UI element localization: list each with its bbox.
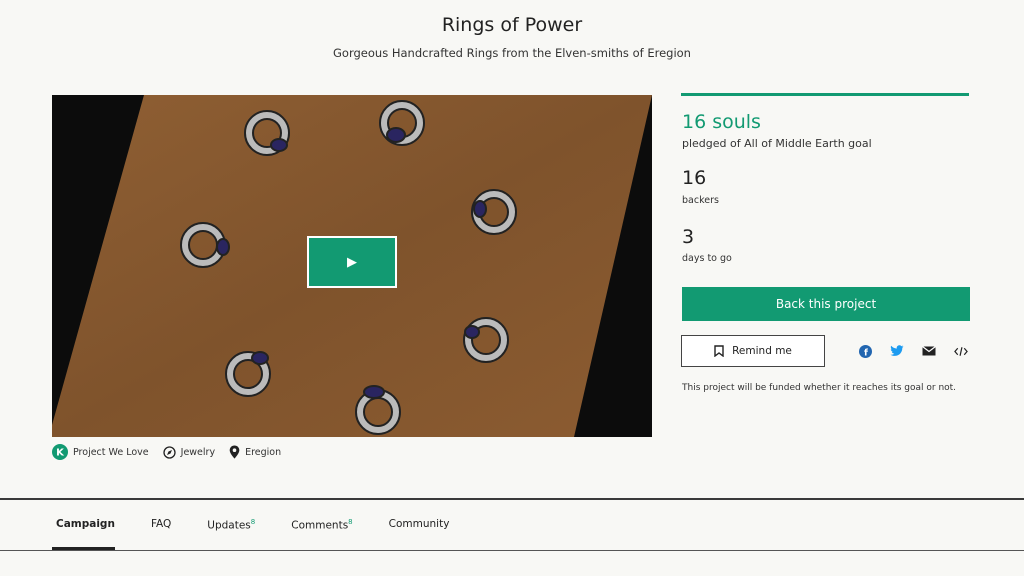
days-to-go-count: 3 xyxy=(682,226,695,248)
embed-icon[interactable] xyxy=(954,344,968,358)
project-tabs: Campaign FAQ Updates8 Comments8 Communit… xyxy=(56,518,485,532)
remind-me-button[interactable]: Remind me xyxy=(681,335,825,367)
facebook-icon[interactable]: f xyxy=(858,344,872,358)
play-icon: ▶ xyxy=(347,254,357,270)
twitter-icon[interactable] xyxy=(890,344,904,358)
projects-we-love-badge[interactable]: K Project We Love xyxy=(52,444,149,460)
badge-label: Project We Love xyxy=(73,446,149,458)
category-link[interactable]: Jewelry xyxy=(162,445,216,459)
bookmark-icon xyxy=(714,345,724,357)
project-video[interactable]: ▶ xyxy=(52,95,652,437)
section-divider xyxy=(0,498,1024,500)
tab-label: Community xyxy=(388,518,450,530)
location-label: Eregion xyxy=(245,446,282,458)
backers-label: backers xyxy=(682,195,719,206)
tab-label: Campaign xyxy=(56,518,115,530)
location-link[interactable]: Eregion xyxy=(229,445,281,459)
play-button[interactable]: ▶ xyxy=(307,236,397,288)
kickstarter-k-icon: K xyxy=(52,444,68,460)
back-project-button[interactable]: Back this project xyxy=(682,287,970,321)
tab-updates[interactable]: Updates8 xyxy=(207,518,255,532)
project-meta: K Project We Love Jewelry Eregion xyxy=(52,444,295,460)
funding-note: This project will be funded whether it r… xyxy=(682,383,957,393)
pledged-amount: 16 souls xyxy=(682,111,761,133)
tab-label: Comments xyxy=(291,519,349,532)
category-label: Jewelry xyxy=(180,446,216,458)
tab-count-badge: 8 xyxy=(250,518,256,526)
project-subtitle: Gorgeous Handcrafted Rings from the Elve… xyxy=(333,46,691,60)
svg-text:K: K xyxy=(56,448,65,459)
remind-me-label: Remind me xyxy=(732,345,792,357)
tabs-divider xyxy=(0,550,1024,551)
tab-label: Updates xyxy=(207,519,251,532)
share-links: f xyxy=(858,344,986,358)
days-to-go-label: days to go xyxy=(682,253,732,264)
tab-label: FAQ xyxy=(150,518,172,530)
tab-count-badge: 8 xyxy=(348,518,353,526)
tab-community[interactable]: Community xyxy=(389,518,450,532)
backers-count: 16 xyxy=(682,167,707,189)
compass-icon xyxy=(162,445,176,459)
tab-campaign[interactable]: Campaign xyxy=(56,518,115,532)
pledged-label: pledged of All of Middle Earth goal xyxy=(682,137,872,150)
location-pin-icon xyxy=(229,445,240,459)
tab-comments[interactable]: Comments8 xyxy=(291,518,352,532)
project-title: Rings of Power xyxy=(441,14,583,36)
funding-progress-bar xyxy=(681,93,969,96)
tab-faq[interactable]: FAQ xyxy=(151,518,171,532)
svg-text:f: f xyxy=(864,348,868,358)
email-icon[interactable] xyxy=(922,344,936,358)
